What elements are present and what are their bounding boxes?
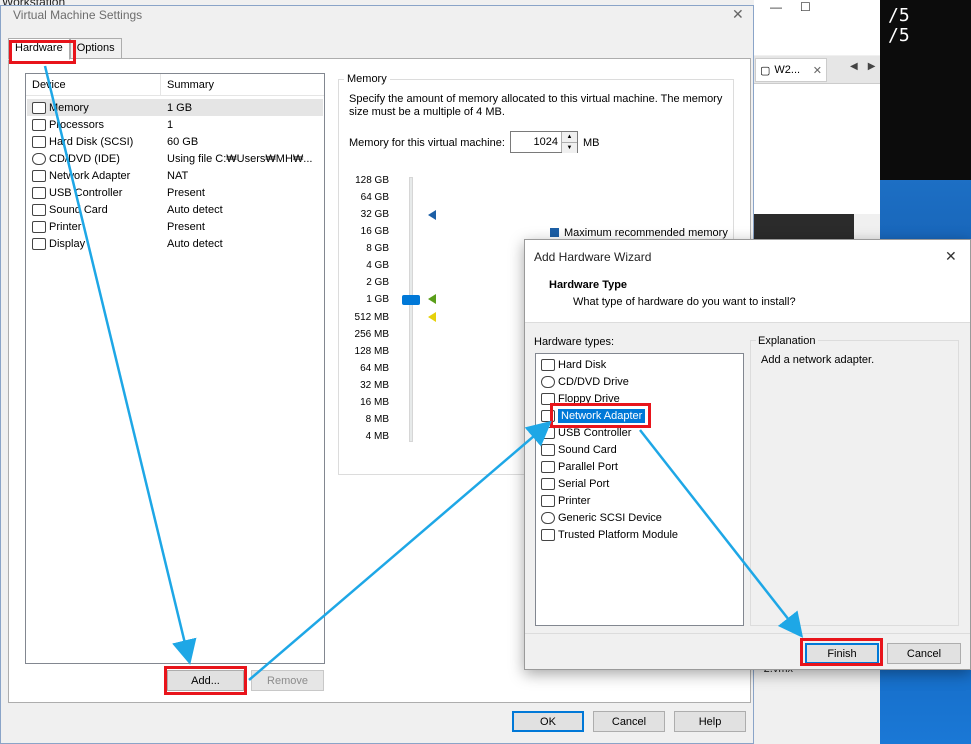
arrow-network-to-finish [639,429,804,638]
arrow-tab-to-add [43,65,197,665]
annotation-arrows [43,65,804,681]
arrow-add-to-network [248,420,552,681]
